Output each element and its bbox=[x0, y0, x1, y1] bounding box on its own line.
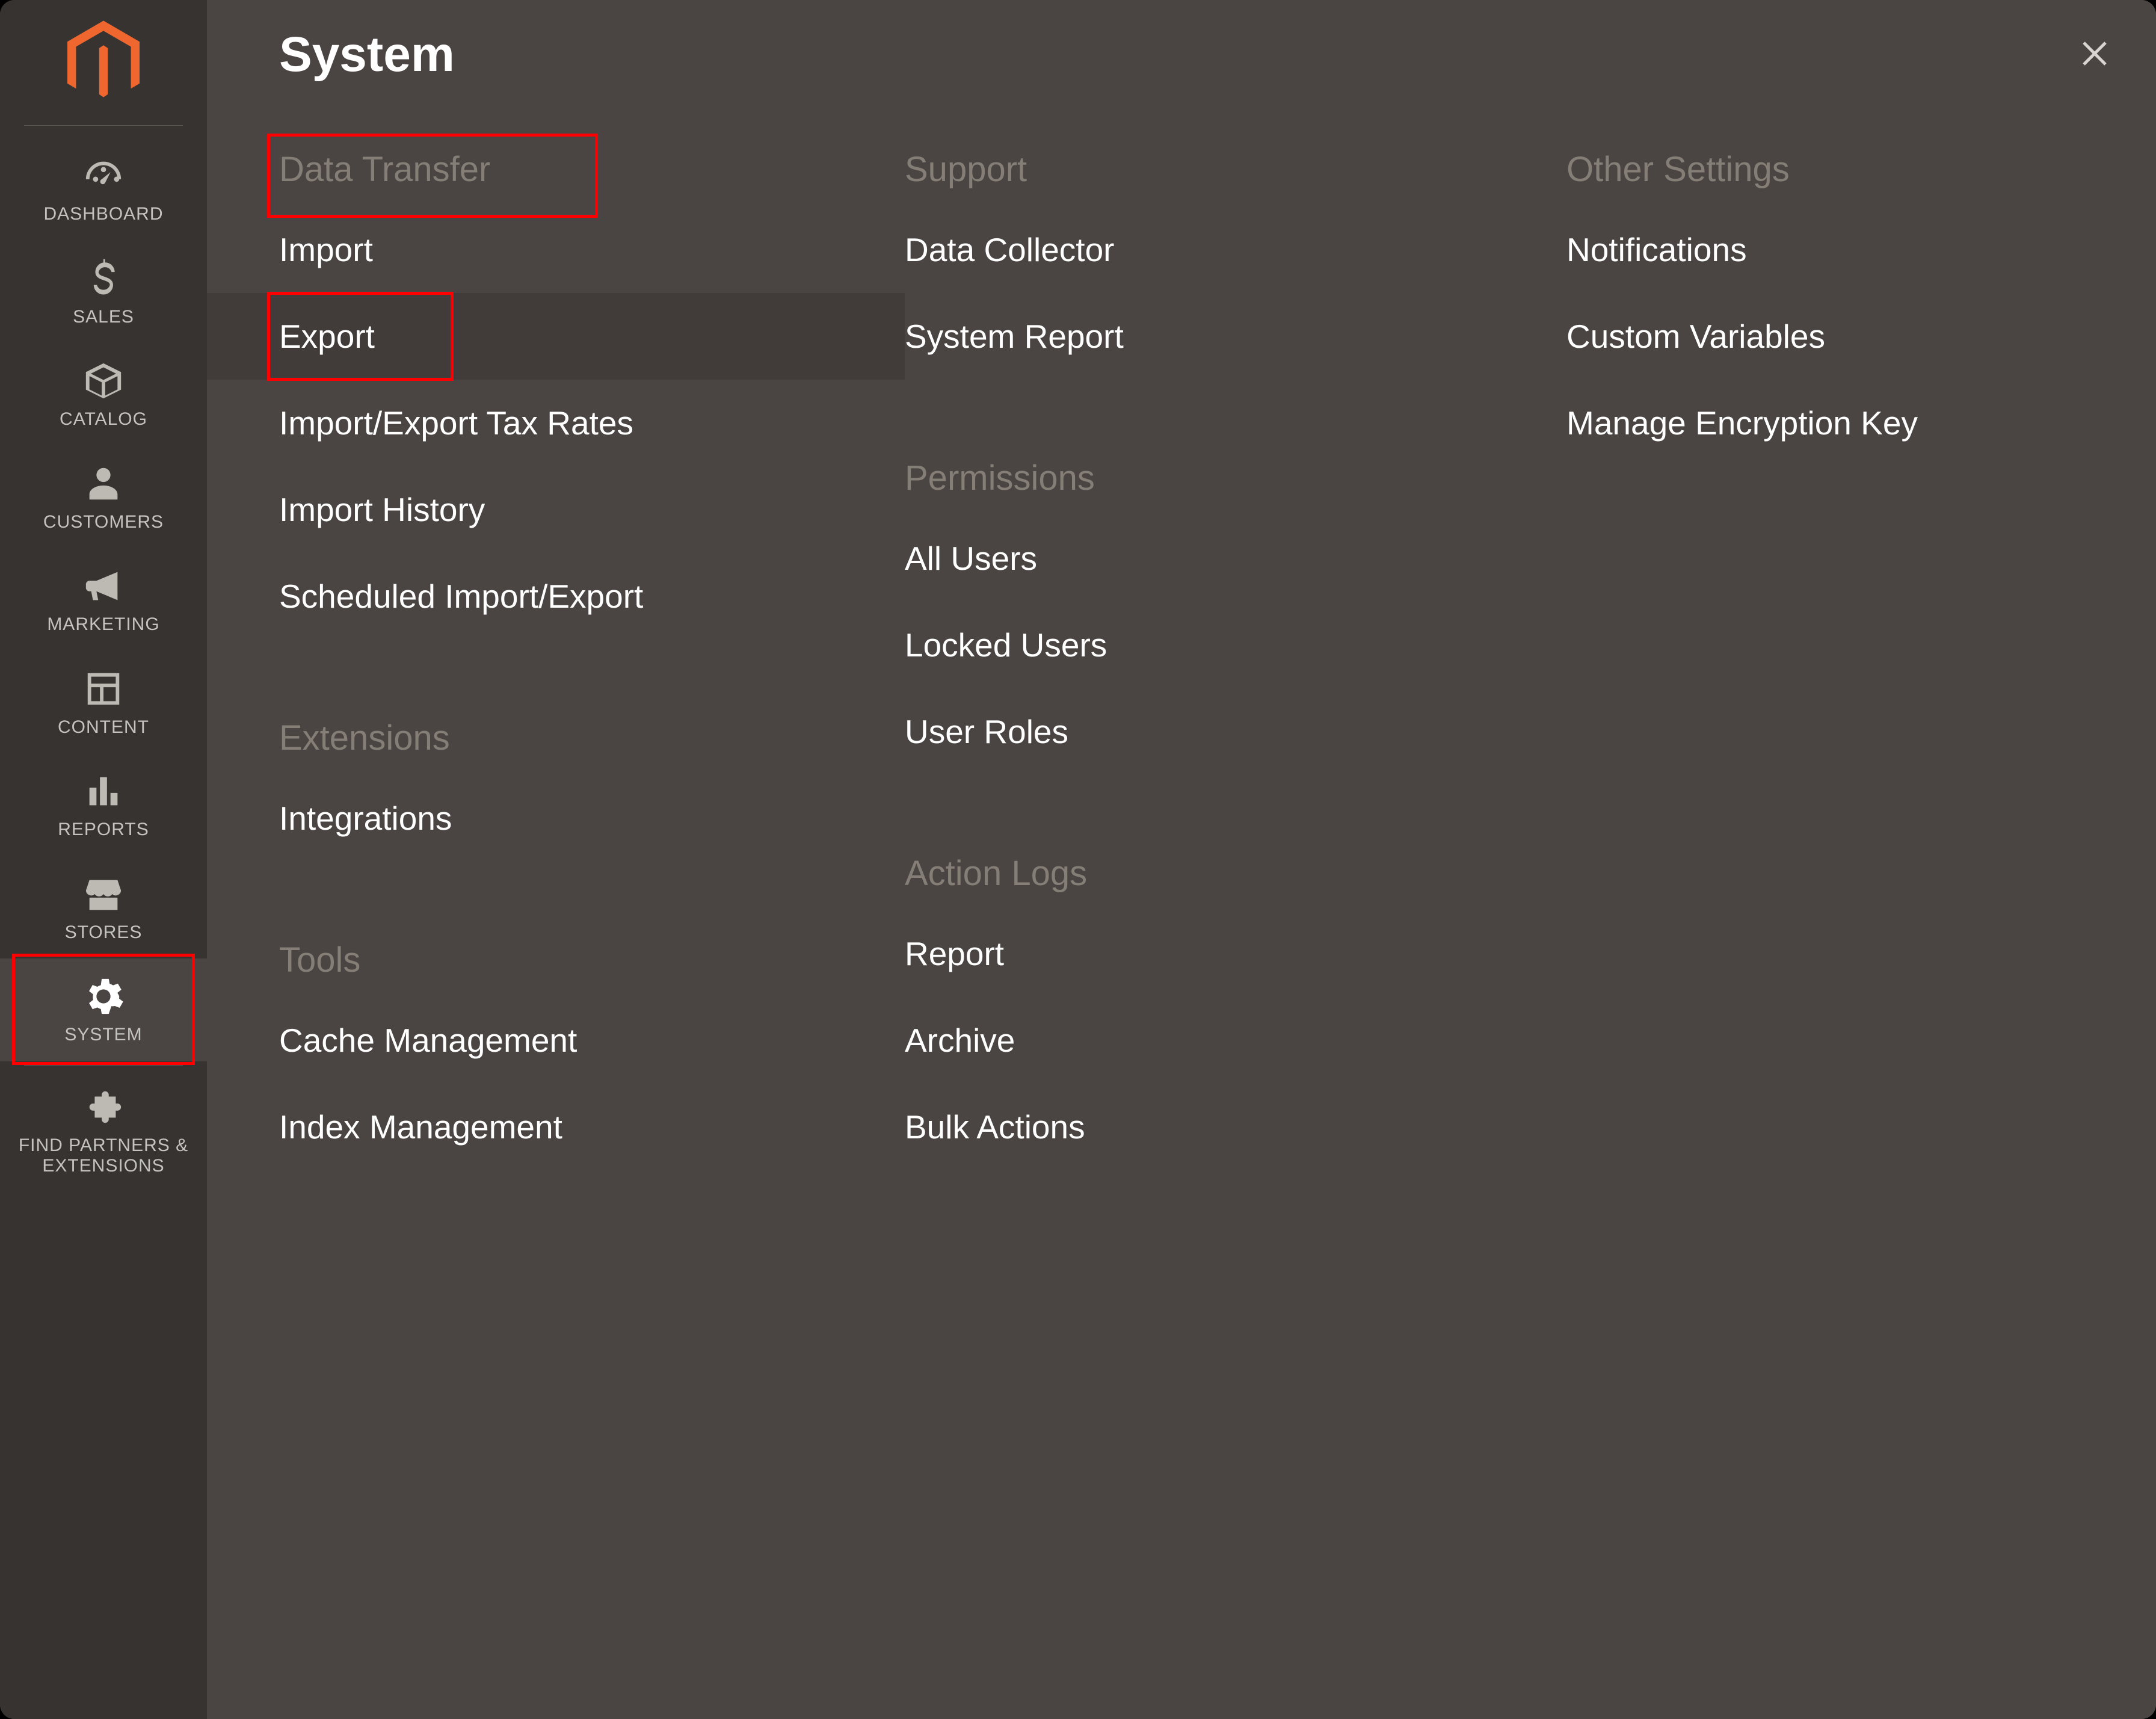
section-title-action-logs: Action Logs bbox=[905, 841, 1566, 910]
bar-chart-icon bbox=[82, 770, 125, 812]
nav-content[interactable]: CONTENT bbox=[0, 651, 207, 754]
section-title-tools: Tools bbox=[207, 928, 905, 997]
section-permissions: Permissions All Users Locked Users User … bbox=[905, 446, 1566, 775]
flyout-title: System bbox=[279, 26, 455, 83]
menu-export[interactable]: Export bbox=[207, 293, 905, 380]
flyout-column-2: Support Data Collector System Report Per… bbox=[905, 137, 1566, 1170]
section-title-data-transfer: Data Transfer bbox=[207, 137, 905, 206]
menu-system-report[interactable]: System Report bbox=[905, 293, 1566, 380]
layout-icon bbox=[82, 668, 125, 710]
nav-customers[interactable]: CUSTOMERS bbox=[0, 446, 207, 549]
nav-find-partners[interactable]: FIND PARTNERS & EXTENSIONS bbox=[0, 1069, 207, 1193]
section-support: Support Data Collector System Report bbox=[905, 137, 1566, 380]
menu-custom-variables[interactable]: Custom Variables bbox=[1566, 293, 2084, 380]
menu-scheduled-import-export[interactable]: Scheduled Import/Export bbox=[207, 553, 905, 640]
nav-label: CATALOG bbox=[55, 409, 152, 430]
menu-bulk-actions[interactable]: Bulk Actions bbox=[905, 1084, 1566, 1170]
menu-index-management[interactable]: Index Management bbox=[207, 1084, 905, 1170]
sidebar-divider bbox=[24, 125, 183, 126]
flyout-body: Data Transfer Import Export Import/Expor… bbox=[207, 101, 2156, 1170]
box-icon bbox=[82, 360, 125, 402]
megaphone-icon bbox=[82, 565, 125, 607]
menu-integrations[interactable]: Integrations bbox=[207, 775, 905, 862]
menu-notifications[interactable]: Notifications bbox=[1566, 206, 2084, 293]
nav-catalog[interactable]: CATALOG bbox=[0, 343, 207, 446]
menu-all-users[interactable]: All Users bbox=[905, 515, 1566, 602]
nav-label: DASHBOARD bbox=[38, 204, 168, 225]
nav-label: STORES bbox=[60, 922, 147, 943]
section-extensions: Extensions Integrations bbox=[207, 706, 905, 862]
close-icon bbox=[2078, 37, 2111, 73]
section-title-support: Support bbox=[905, 137, 1566, 206]
nav-reports[interactable]: REPORTS bbox=[0, 753, 207, 856]
storefront-icon bbox=[82, 873, 125, 915]
section-other-settings: Other Settings Notifications Custom Vari… bbox=[1566, 137, 2084, 466]
gear-icon bbox=[82, 975, 125, 1017]
section-title-extensions: Extensions bbox=[207, 706, 905, 775]
section-tools: Tools Cache Management Index Management bbox=[207, 928, 905, 1170]
nav-dashboard[interactable]: DASHBOARD bbox=[0, 138, 207, 241]
nav-label: REPORTS bbox=[53, 819, 153, 841]
nav-label: SYSTEM bbox=[60, 1025, 147, 1046]
menu-import-history[interactable]: Import History bbox=[207, 466, 905, 553]
flyout-column-3: Other Settings Notifications Custom Vari… bbox=[1566, 137, 2084, 1170]
nav-system[interactable]: SYSTEM bbox=[0, 958, 207, 1061]
puzzle-icon bbox=[82, 1086, 125, 1128]
system-flyout: System Data Transfer Import Export Impor… bbox=[207, 0, 2156, 1719]
admin-sidebar: DASHBOARD SALES CATALOG CUSTOMERS MARKET bbox=[0, 0, 207, 1719]
flyout-column-1: Data Transfer Import Export Import/Expor… bbox=[207, 137, 905, 1170]
sidebar-divider bbox=[24, 1065, 183, 1066]
menu-report[interactable]: Report bbox=[905, 910, 1566, 997]
close-button[interactable] bbox=[2075, 35, 2114, 74]
dollar-icon bbox=[82, 258, 125, 300]
section-title-other-settings: Other Settings bbox=[1566, 137, 2084, 206]
nav-label: SALES bbox=[68, 307, 139, 328]
nav-label: FIND PARTNERS & EXTENSIONS bbox=[0, 1135, 207, 1177]
nav-marketing[interactable]: MARKETING bbox=[0, 548, 207, 651]
menu-data-collector[interactable]: Data Collector bbox=[905, 206, 1566, 293]
menu-user-roles[interactable]: User Roles bbox=[905, 688, 1566, 775]
person-icon bbox=[82, 463, 125, 505]
nav-label: CONTENT bbox=[53, 717, 154, 738]
nav-stores[interactable]: STORES bbox=[0, 856, 207, 959]
nav-label: MARKETING bbox=[42, 614, 164, 635]
menu-cache-management[interactable]: Cache Management bbox=[207, 997, 905, 1084]
section-action-logs: Action Logs Report Archive Bulk Actions bbox=[905, 841, 1566, 1170]
magento-logo[interactable] bbox=[0, 0, 207, 125]
nav-sales[interactable]: SALES bbox=[0, 241, 207, 344]
nav-label: CUSTOMERS bbox=[38, 512, 168, 533]
menu-import[interactable]: Import bbox=[207, 206, 905, 293]
menu-manage-encryption-key[interactable]: Manage Encryption Key bbox=[1566, 380, 2084, 466]
menu-locked-users[interactable]: Locked Users bbox=[905, 602, 1566, 688]
app-root: DASHBOARD SALES CATALOG CUSTOMERS MARKET bbox=[0, 0, 2156, 1719]
section-data-transfer: Data Transfer Import Export Import/Expor… bbox=[207, 137, 905, 640]
flyout-header: System bbox=[207, 0, 2156, 101]
gauge-icon bbox=[82, 155, 125, 197]
menu-import-export-tax-rates[interactable]: Import/Export Tax Rates bbox=[207, 380, 905, 466]
menu-archive[interactable]: Archive bbox=[905, 997, 1566, 1084]
section-title-permissions: Permissions bbox=[905, 446, 1566, 515]
